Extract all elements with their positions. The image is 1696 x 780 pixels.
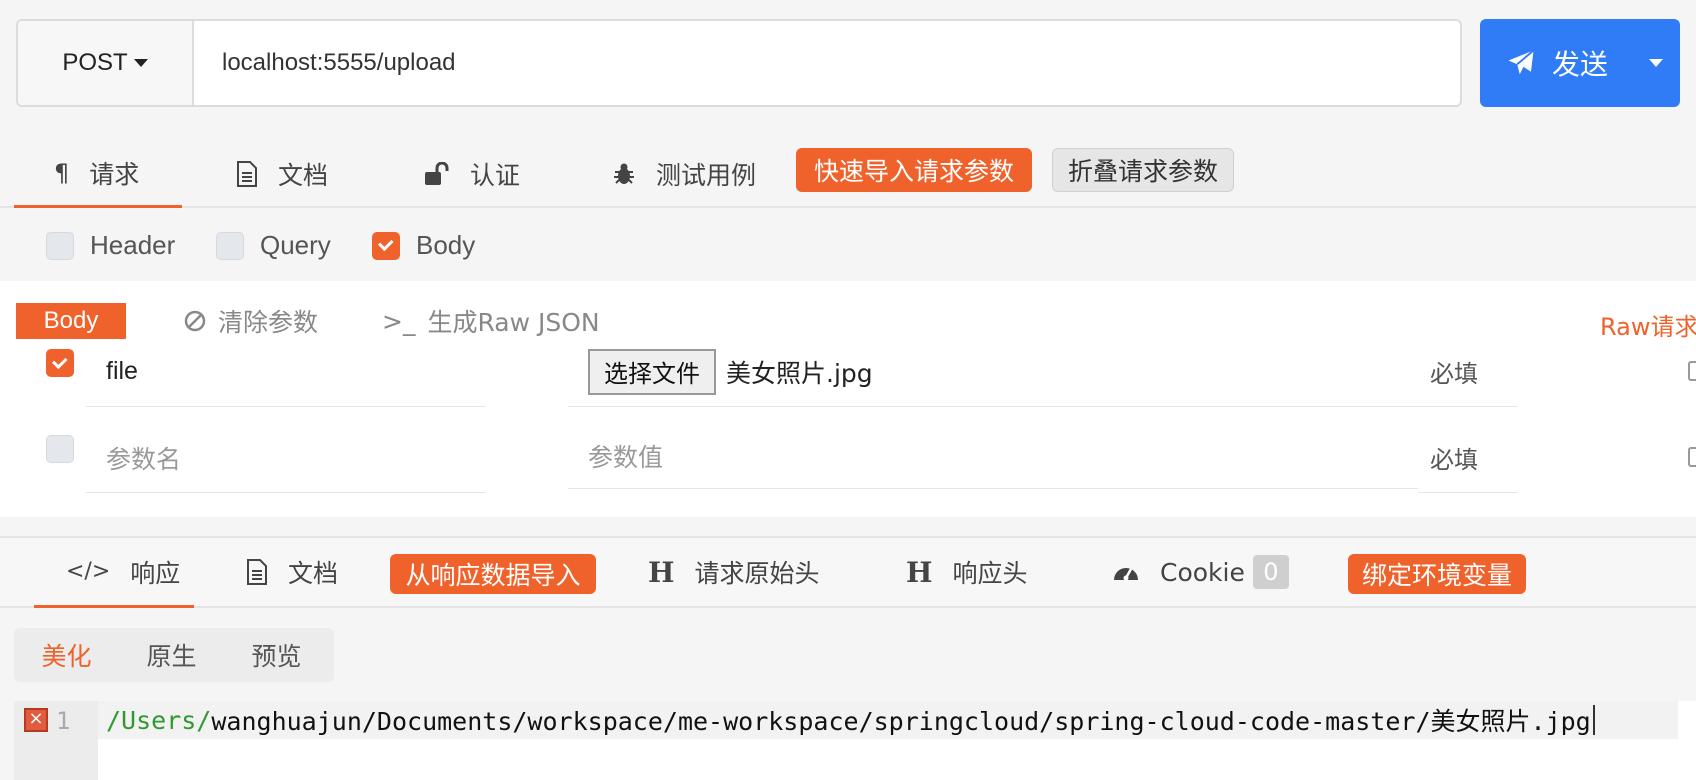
tab-request-raw-headers[interactable]: H 请求原始头 (648, 538, 819, 606)
tab-docs[interactable]: 文档 (236, 140, 328, 208)
tab-label: 响应 (130, 558, 181, 588)
bug-icon (614, 163, 634, 184)
tab-response[interactable]: </> 响应 (34, 538, 194, 608)
choose-file-button[interactable]: 选择文件 (588, 348, 716, 395)
import-from-response-button[interactable]: 从响应数据导入 (390, 554, 596, 594)
option-body[interactable]: Body (372, 230, 475, 261)
collapse-params-button[interactable]: 折叠请求参数 (1052, 148, 1234, 192)
body-checkbox[interactable] (372, 231, 400, 260)
line-number: 1 (56, 707, 71, 735)
option-label: Query (260, 230, 331, 260)
tab-label: Cookie (1160, 557, 1245, 587)
tab-auth[interactable]: 认证 (424, 140, 520, 208)
query-checkbox[interactable] (216, 231, 244, 260)
caret-down-icon (133, 59, 148, 67)
method-select[interactable]: POST (18, 21, 194, 105)
tab-label: 认证 (470, 161, 521, 190)
text-cursor (1592, 705, 1595, 735)
view-pretty[interactable]: 美化 (14, 637, 119, 673)
tab-request[interactable]: ¶ 请求 (14, 140, 182, 208)
terminal-icon: >_ (382, 306, 416, 336)
option-header[interactable]: Header (46, 230, 175, 261)
tab-label: 响应头 (952, 559, 1028, 588)
quick-import-button[interactable]: 快速导入请求参数 (796, 148, 1032, 192)
param-name-input[interactable]: 参数名 (86, 423, 486, 493)
option-query[interactable]: Query (216, 230, 331, 261)
response-editor[interactable]: × 1 /Users/wanghuajun/Documents/workspac… (14, 701, 1696, 780)
required-label: 必填 (1418, 423, 1518, 493)
required-label: 必填 (1418, 337, 1518, 407)
generate-raw-json-label: 生成Raw JSON (427, 308, 600, 337)
view-raw[interactable]: 原生 (119, 637, 224, 673)
send-button[interactable]: 发送 (1480, 19, 1680, 107)
param-row: file 选择文件 美女照片.jpg 必填 (0, 337, 1696, 417)
param-row: 参数名 参数值 必填 (0, 423, 1696, 503)
tab-label: 请求原始头 (694, 559, 820, 588)
row-action-icon[interactable] (1688, 447, 1696, 467)
tab-label: 请求 (89, 159, 140, 189)
send-label: 发送 (1552, 48, 1609, 81)
gauge-icon (1114, 568, 1138, 581)
tab-cookie[interactable]: Cookie 0 (1112, 538, 1289, 606)
tab-test-cases[interactable]: 测试用例 (612, 140, 756, 208)
option-label: Body (416, 230, 476, 260)
editor-gutter: × 1 (14, 701, 98, 780)
row-action-icon[interactable] (1688, 361, 1696, 381)
document-icon (237, 161, 257, 187)
generate-raw-json-button[interactable]: >_ 生成Raw JSON (382, 303, 600, 339)
param-type-options: Header Query Body (0, 210, 1696, 280)
path-prefix: /Users/ (106, 705, 212, 735)
option-label: Header (90, 230, 176, 260)
ban-icon (184, 310, 206, 332)
tab-label: 测试用例 (656, 161, 757, 190)
tab-label: 文档 (288, 559, 339, 588)
file-name: 美女照片.jpg (726, 358, 873, 388)
caret-down-icon (1649, 59, 1663, 67)
param-checkbox[interactable] (46, 435, 74, 463)
code-icon: </> (66, 559, 111, 584)
tab-response-docs[interactable]: 文档 (246, 538, 338, 606)
tab-response-headers[interactable]: H 响应头 (906, 538, 1027, 606)
body-tag: Body (16, 303, 126, 339)
heading-icon: H (906, 555, 933, 589)
method-label: POST (62, 49, 128, 76)
param-checkbox[interactable] (46, 349, 74, 377)
heading-icon: H (648, 555, 675, 589)
body-panel: Body 清除参数 >_ 生成Raw JSON Raw请求 file 选择文件 … (0, 281, 1696, 517)
request-tabs: ¶ 请求 文档 认证 测试用例 快速导入请求参数 折叠请求参数 (0, 140, 1696, 208)
view-preview[interactable]: 预览 (224, 637, 329, 673)
cookie-count-badge: 0 (1252, 555, 1289, 589)
response-view-switcher: 美化 原生 预览 (14, 628, 334, 682)
document-icon (247, 559, 267, 585)
code-line: /Users/wanghuajun/Documents/workspace/me… (98, 701, 1678, 739)
url-input[interactable]: localhost:5555/upload (194, 21, 1460, 105)
response-tabs: </> 响应 文档 从响应数据导入 H 请求原始头 H 响应头 Cookie 0… (0, 536, 1696, 608)
paper-plane-icon (1508, 49, 1535, 75)
param-value-field: 选择文件 美女照片.jpg (568, 337, 1418, 407)
unlock-icon (425, 162, 449, 185)
path-text: wanghuajun/Documents/workspace/me-worksp… (211, 707, 1591, 736)
send-dropdown-toggle[interactable] (1632, 19, 1680, 107)
clear-params-label: 清除参数 (218, 308, 319, 337)
bind-env-var-button[interactable]: 绑定环境变量 (1348, 554, 1526, 594)
paragraph-icon: ¶ (54, 158, 70, 187)
clear-params-button[interactable]: 清除参数 (184, 303, 318, 339)
tab-label: 文档 (278, 161, 329, 190)
param-name-input[interactable]: file (86, 337, 486, 407)
error-icon: × (24, 708, 48, 732)
request-url-bar: POST localhost:5555/upload (16, 19, 1462, 107)
param-value-input[interactable]: 参数值 (568, 423, 1418, 489)
header-checkbox[interactable] (46, 231, 74, 260)
